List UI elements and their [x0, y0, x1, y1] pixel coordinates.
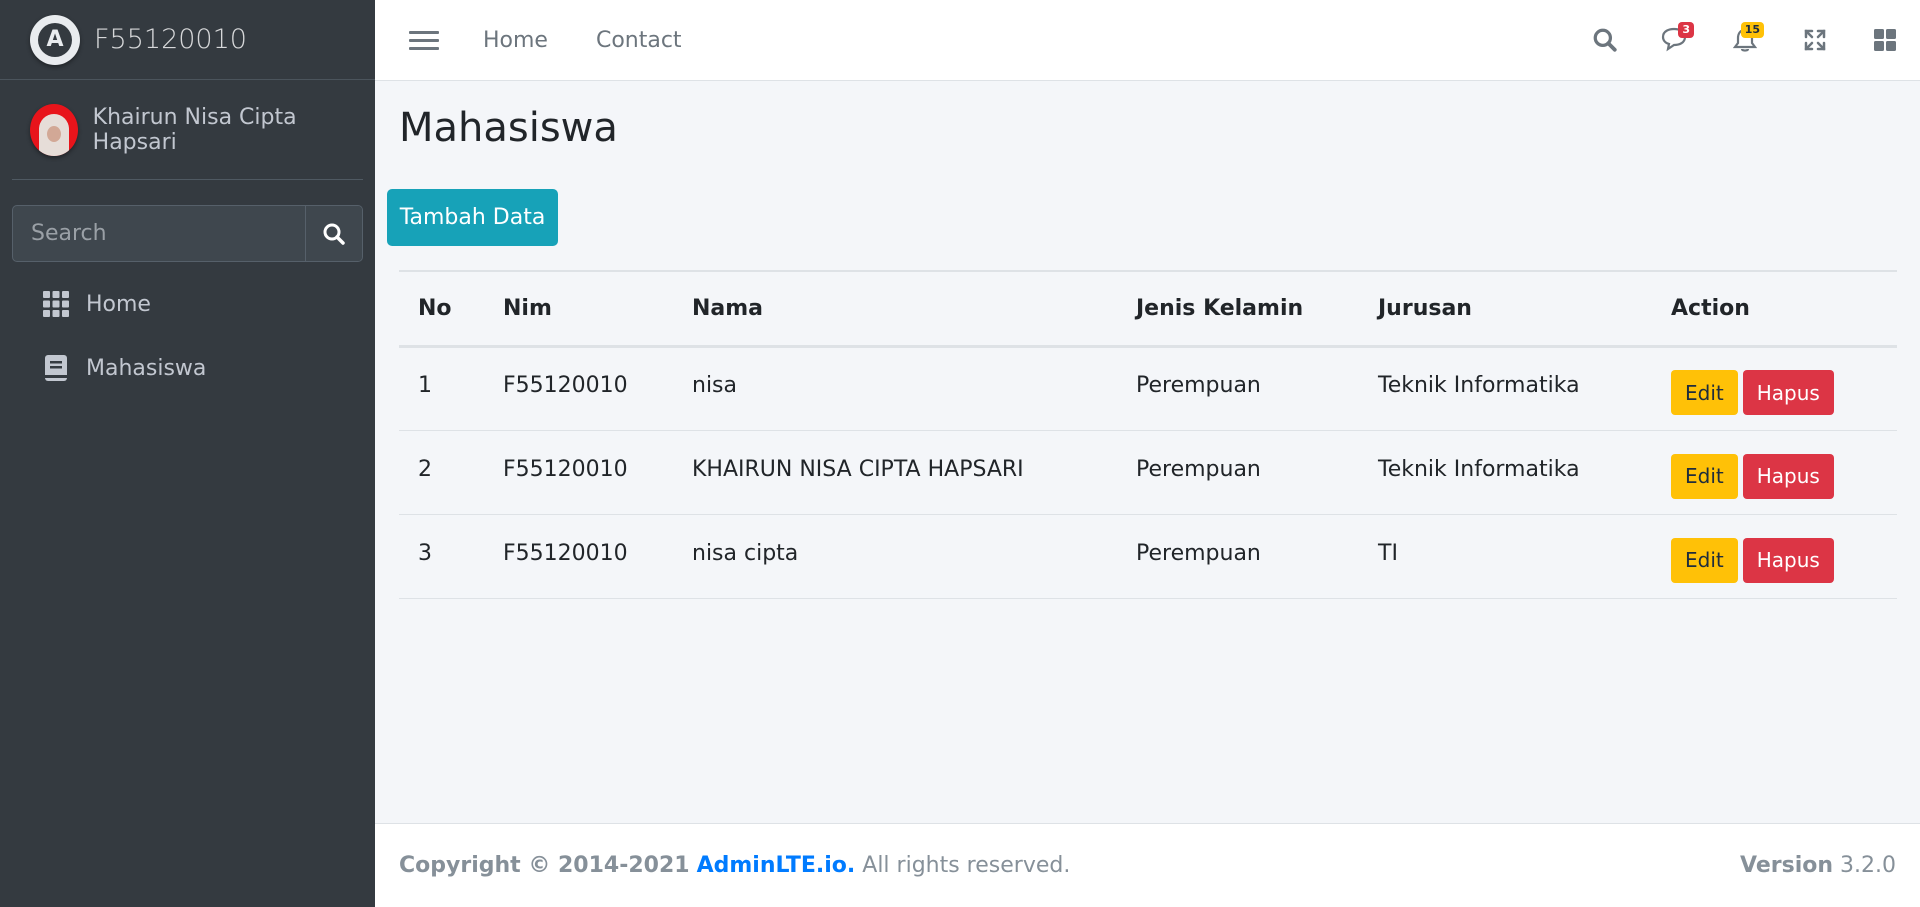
cell-nim: F55120010 [484, 346, 673, 431]
cell-action: Edit Hapus [1652, 514, 1897, 599]
top-navbar: Home Contact 3 15 [375, 0, 1920, 81]
grid-icon [42, 290, 70, 318]
cell-jurusan: Teknik Informatika [1359, 430, 1652, 515]
table-row: 2 F55120010 KHAIRUN NISA CIPTA HAPSARI P… [399, 430, 1897, 515]
table-header-row: No Nim Nama Jenis Kelamin Jurusan Action [399, 270, 1897, 348]
cell-jenis-kelamin: Perempuan [1117, 514, 1359, 599]
table-row: 3 F55120010 nisa cipta Perempuan TI Edit… [399, 514, 1897, 599]
cell-nama: nisa [673, 346, 1117, 431]
version-number: 3.2.0 [1840, 853, 1896, 878]
cell-jurusan: Teknik Informatika [1359, 346, 1652, 431]
sidebar: A F55120010 Khairun Nisa Cipta Hapsari S… [0, 0, 375, 907]
column-header: Action [1652, 270, 1897, 348]
table-row: 1 F55120010 nisa Perempuan Teknik Inform… [399, 346, 1897, 431]
th-large-icon [1874, 29, 1896, 51]
cell-nama: KHAIRUN NISA CIPTA HAPSARI [673, 430, 1117, 515]
search-icon [1593, 28, 1617, 52]
control-sidebar-button[interactable] [1850, 0, 1920, 80]
page-title: Mahasiswa [399, 105, 618, 151]
cell-nama: nisa cipta [673, 514, 1117, 599]
column-header: Nama [673, 270, 1117, 348]
version-label: Version [1740, 853, 1834, 878]
search-input[interactable] [13, 206, 305, 261]
sidebar-item-label: Mahasiswa [86, 355, 207, 381]
main-footer: Copyright © 2014-2021 AdminLTE.io. All r… [375, 823, 1920, 907]
footer-copyright: Copyright © 2014-2021 AdminLTE.io. All r… [399, 853, 1070, 878]
mahasiswa-table: No Nim Nama Jenis Kelamin Jurusan Action… [399, 270, 1897, 599]
messages-badge: 3 [1678, 22, 1694, 38]
sidebar-search [12, 205, 363, 262]
user-name[interactable]: Khairun Nisa Cipta Hapsari [93, 105, 363, 155]
delete-button[interactable]: Hapus [1742, 370, 1834, 415]
column-header: Nim [484, 270, 673, 348]
cell-jenis-kelamin: Perempuan [1117, 346, 1359, 431]
fullscreen-button[interactable] [1780, 0, 1850, 80]
messages-button[interactable]: 3 [1640, 0, 1710, 80]
notifications-badge: 15 [1740, 22, 1764, 38]
sidebar-item-mahasiswa[interactable]: Mahasiswa [0, 336, 375, 400]
delete-button[interactable]: Hapus [1742, 537, 1834, 583]
content-wrapper: Mahasiswa Tambah Data No Nim Nama Jenis … [375, 81, 1920, 823]
edit-button[interactable]: Edit [1671, 370, 1738, 415]
edit-button[interactable]: Edit [1671, 537, 1738, 583]
navbar-search-button[interactable] [1570, 0, 1640, 80]
cell-no: 3 [399, 514, 484, 599]
column-header: No [399, 270, 484, 348]
search-button[interactable] [305, 206, 362, 261]
cell-jurusan: TI [1359, 514, 1652, 599]
brand-title: F55120010 [94, 24, 247, 55]
column-header: Jurusan [1359, 270, 1652, 348]
cell-jenis-kelamin: Perempuan [1117, 430, 1359, 515]
cell-no: 1 [399, 346, 484, 431]
add-data-button[interactable]: Tambah Data [387, 189, 558, 246]
brand-link[interactable]: A F55120010 [0, 0, 375, 80]
column-header: Jenis Kelamin [1117, 270, 1359, 348]
sidebar-item-label: Home [86, 291, 151, 317]
notifications-button[interactable]: 15 [1710, 0, 1780, 80]
menu-toggle-icon[interactable] [409, 26, 439, 55]
footer-version: Version 3.2.0 [1740, 853, 1896, 878]
search-icon [323, 223, 345, 245]
avatar [30, 103, 78, 156]
sidebar-nav: Home Mahasiswa [0, 272, 375, 400]
brand-logo-icon: A [30, 14, 80, 65]
book-icon [42, 354, 70, 382]
cell-nim: F55120010 [484, 430, 673, 515]
copyright-text: Copyright © 2014-2021 [399, 853, 690, 878]
nav-link-home[interactable]: Home [483, 28, 548, 53]
user-panel: Khairun Nisa Cipta Hapsari [12, 80, 363, 180]
cell-action: Edit Hapus [1652, 430, 1897, 515]
nav-link-contact[interactable]: Contact [596, 28, 682, 53]
adminlte-link[interactable]: AdminLTE.io. [697, 853, 856, 878]
sidebar-item-home[interactable]: Home [0, 272, 375, 336]
expand-icon [1804, 29, 1826, 51]
edit-button[interactable]: Edit [1671, 453, 1738, 499]
rights-text: All rights reserved. [862, 853, 1071, 878]
cell-no: 2 [399, 430, 484, 515]
cell-action: Edit Hapus [1652, 346, 1897, 431]
delete-button[interactable]: Hapus [1742, 453, 1834, 499]
cell-nim: F55120010 [484, 514, 673, 599]
